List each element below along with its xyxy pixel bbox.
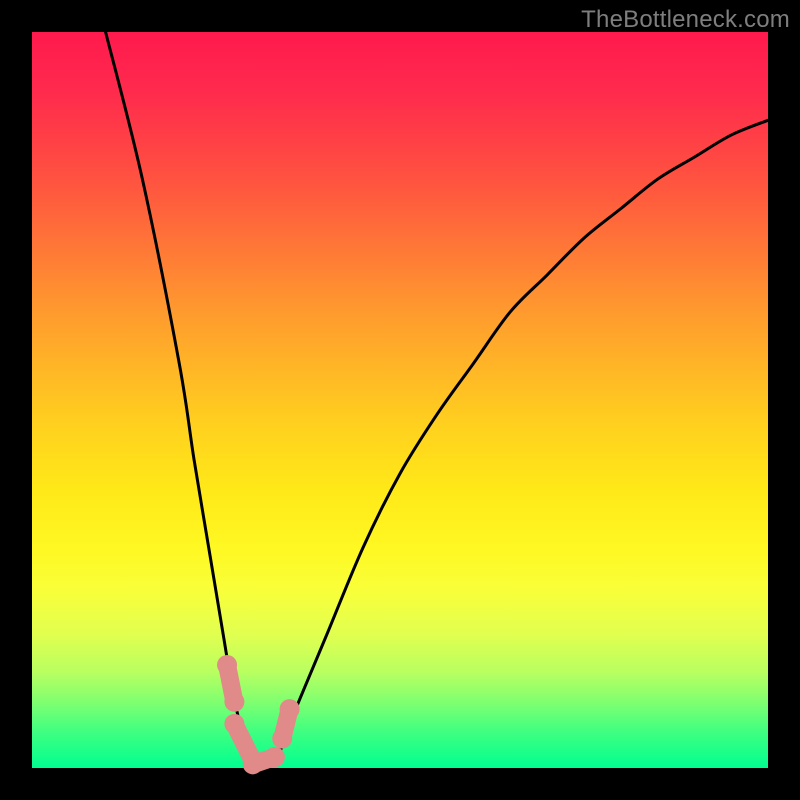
marker-dot — [243, 754, 263, 774]
marker-dot — [224, 714, 244, 734]
chart-frame: TheBottleneck.com — [0, 0, 800, 800]
bottleneck-curve — [106, 32, 768, 769]
watermark-text: TheBottleneck.com — [581, 6, 790, 34]
highlight-markers — [217, 655, 300, 774]
marker-dot — [217, 655, 237, 675]
marker-dot — [272, 729, 292, 749]
marker-dot — [224, 692, 244, 712]
marker-dot — [280, 699, 300, 719]
marker-dot — [265, 747, 285, 767]
chart-svg — [32, 32, 768, 768]
